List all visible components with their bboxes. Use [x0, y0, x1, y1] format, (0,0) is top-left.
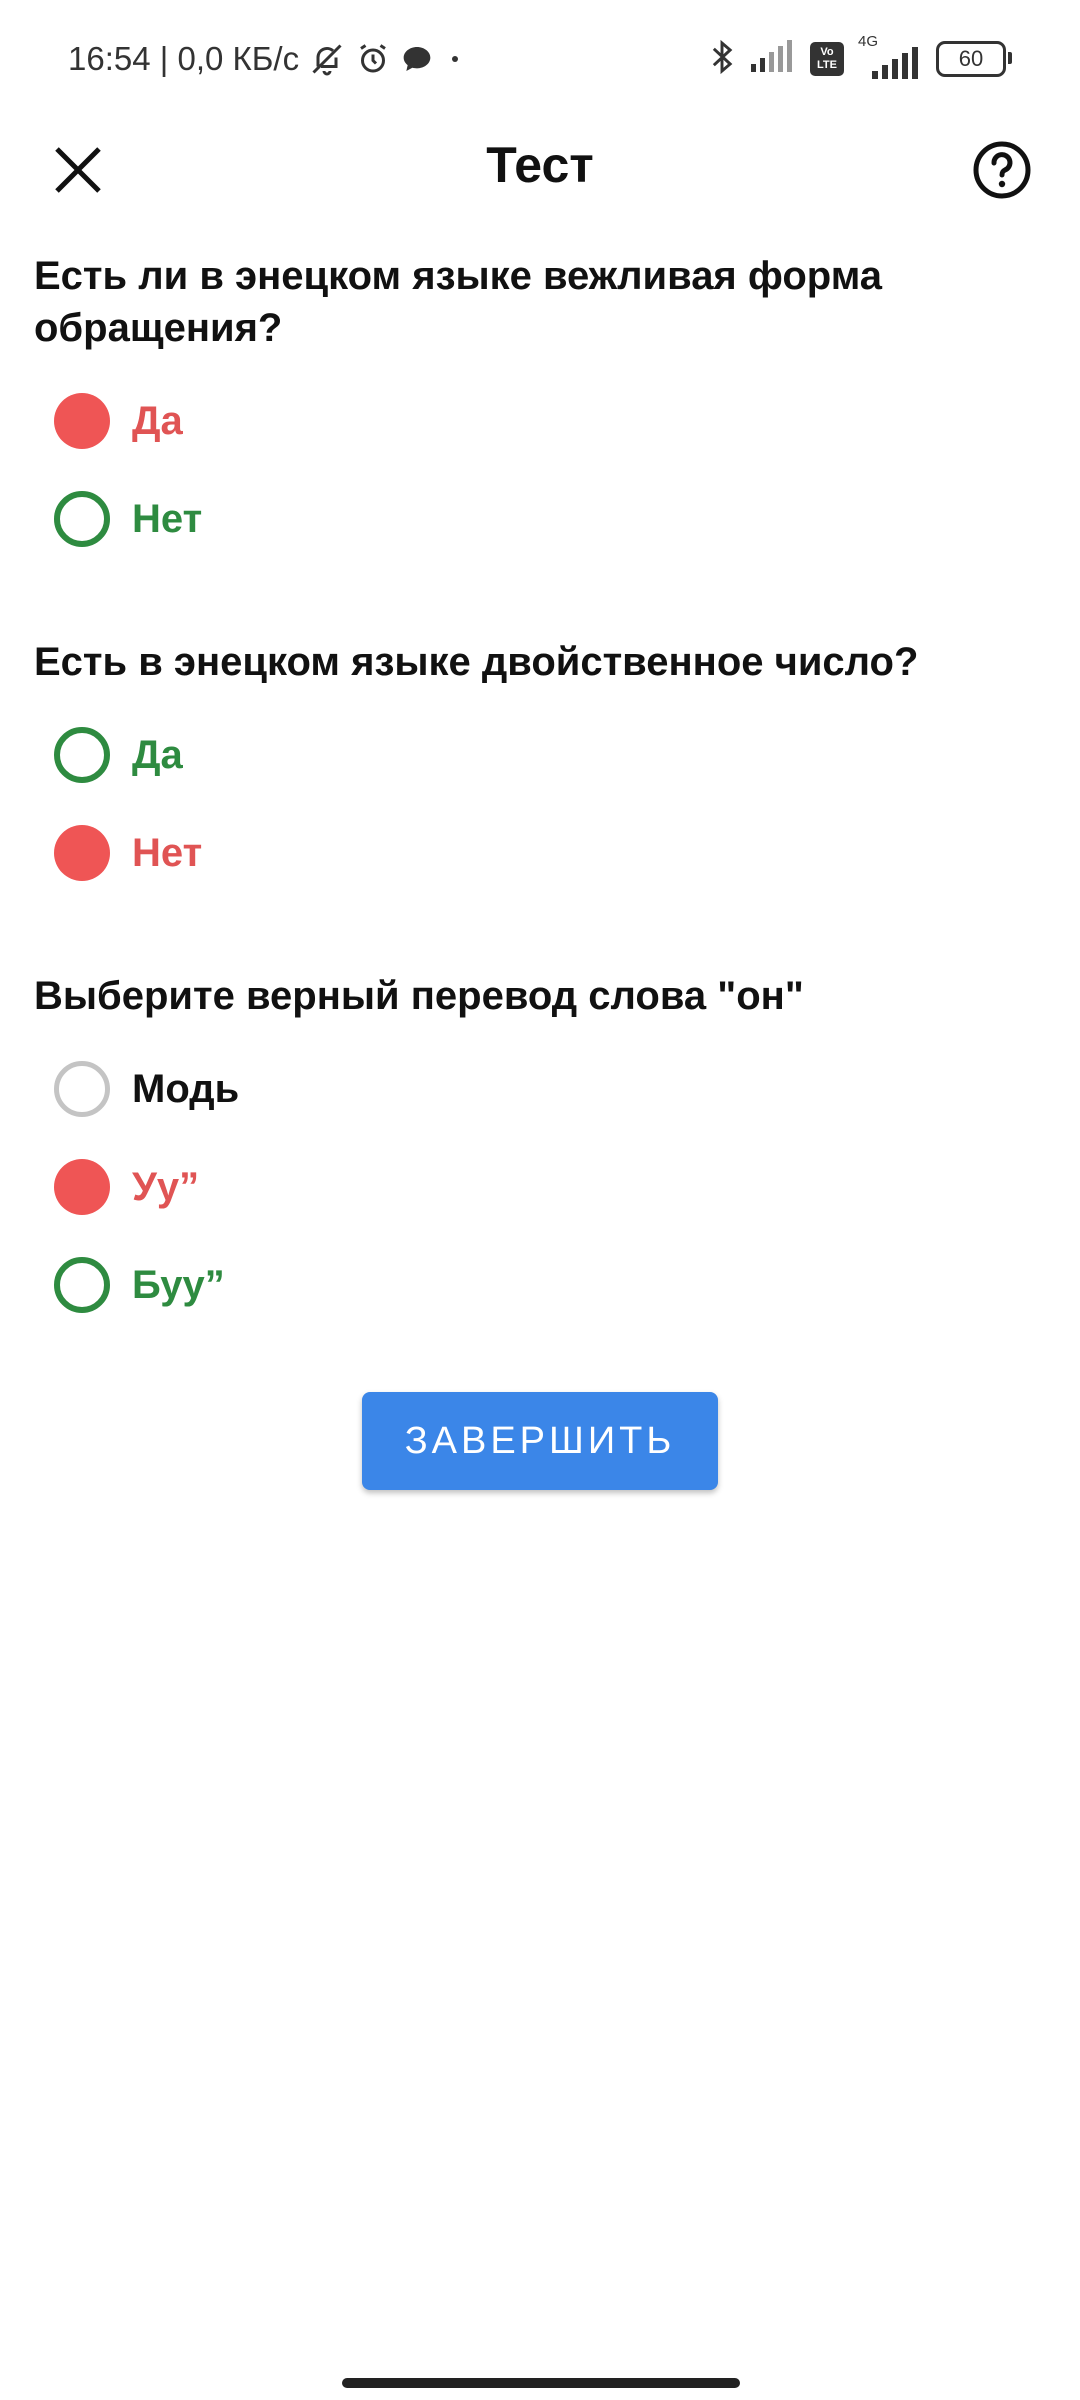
question-text: Есть в энецком языке двойственное число?: [34, 640, 919, 684]
question-2: Есть в энецком языке двойственное число?…: [0, 636, 1080, 902]
option-label: Буу”: [132, 1262, 225, 1307]
answer-options: Модь Уу” Буу”: [34, 1040, 1046, 1334]
chat-icon: [401, 43, 433, 75]
question-1: Есть ли в энецком языке вежливая форма о…: [0, 250, 1080, 568]
app-bar: Тест: [0, 120, 1080, 220]
help-button[interactable]: [970, 138, 1034, 202]
dot-icon: [443, 47, 467, 71]
option-label: Уу”: [132, 1164, 200, 1209]
signal-icon: [750, 39, 796, 79]
option-label: Нет: [132, 496, 203, 541]
answer-option[interactable]: Буу”: [34, 1236, 1046, 1334]
answer-options: Да Нет: [34, 372, 1046, 568]
status-time-speed: 16:54 | 0,0 КБ/с: [68, 40, 300, 77]
option-label: Модь: [132, 1066, 240, 1111]
radio-button[interactable]: [54, 393, 110, 449]
option-label: Да: [132, 398, 183, 443]
answer-option[interactable]: Да: [34, 372, 1046, 470]
answer-option[interactable]: Модь: [34, 1040, 1046, 1138]
battery-level: 60: [958, 46, 984, 71]
finish-button[interactable]: ЗАВЕРШИТЬ: [362, 1392, 718, 1490]
finish-container: ЗАВЕРШИТЬ: [0, 1392, 1080, 1490]
radio-button[interactable]: [54, 491, 110, 547]
question-text: Выберите верный перевод слова "он": [34, 974, 804, 1018]
radio-button[interactable]: [54, 1257, 110, 1313]
help-icon: [973, 141, 1031, 199]
page-title: Тест: [486, 137, 594, 193]
answer-option[interactable]: Да: [34, 706, 1046, 804]
radio-button[interactable]: [54, 727, 110, 783]
bluetooth-icon: [708, 38, 736, 81]
option-label: Нет: [132, 830, 203, 875]
signal-4g-icon: 4G: [858, 33, 922, 79]
radio-button[interactable]: [54, 825, 110, 881]
bell-off-icon: [309, 41, 345, 77]
radio-button[interactable]: [54, 1061, 110, 1117]
status-left: 16:54 | 0,0 КБ/с: [68, 34, 467, 84]
option-label: Да: [132, 732, 183, 777]
battery-icon: 60: [936, 41, 1012, 77]
answer-option[interactable]: Нет: [34, 470, 1046, 568]
status-right: Vo LTE 4G 60: [708, 33, 1012, 84]
volte-icon: Vo LTE: [810, 42, 844, 76]
home-indicator[interactable]: [342, 2378, 740, 2388]
alarm-icon: [355, 41, 391, 77]
volte-label: Vo LTE: [817, 46, 837, 71]
question-3: Выберите верный перевод слова "он" Модь …: [0, 970, 1080, 1334]
answer-option[interactable]: Нет: [34, 804, 1046, 902]
answer-options: Да Нет: [34, 706, 1046, 902]
radio-button[interactable]: [54, 1159, 110, 1215]
answer-option[interactable]: Уу”: [34, 1138, 1046, 1236]
status-bar: 16:54 | 0,0 КБ/с Vo LTE 4G 60: [0, 0, 1080, 120]
question-text: Есть ли в энецком языке вежливая форма о…: [34, 254, 883, 350]
quiz-content: Есть ли в энецком языке вежливая форма о…: [0, 250, 1080, 1334]
